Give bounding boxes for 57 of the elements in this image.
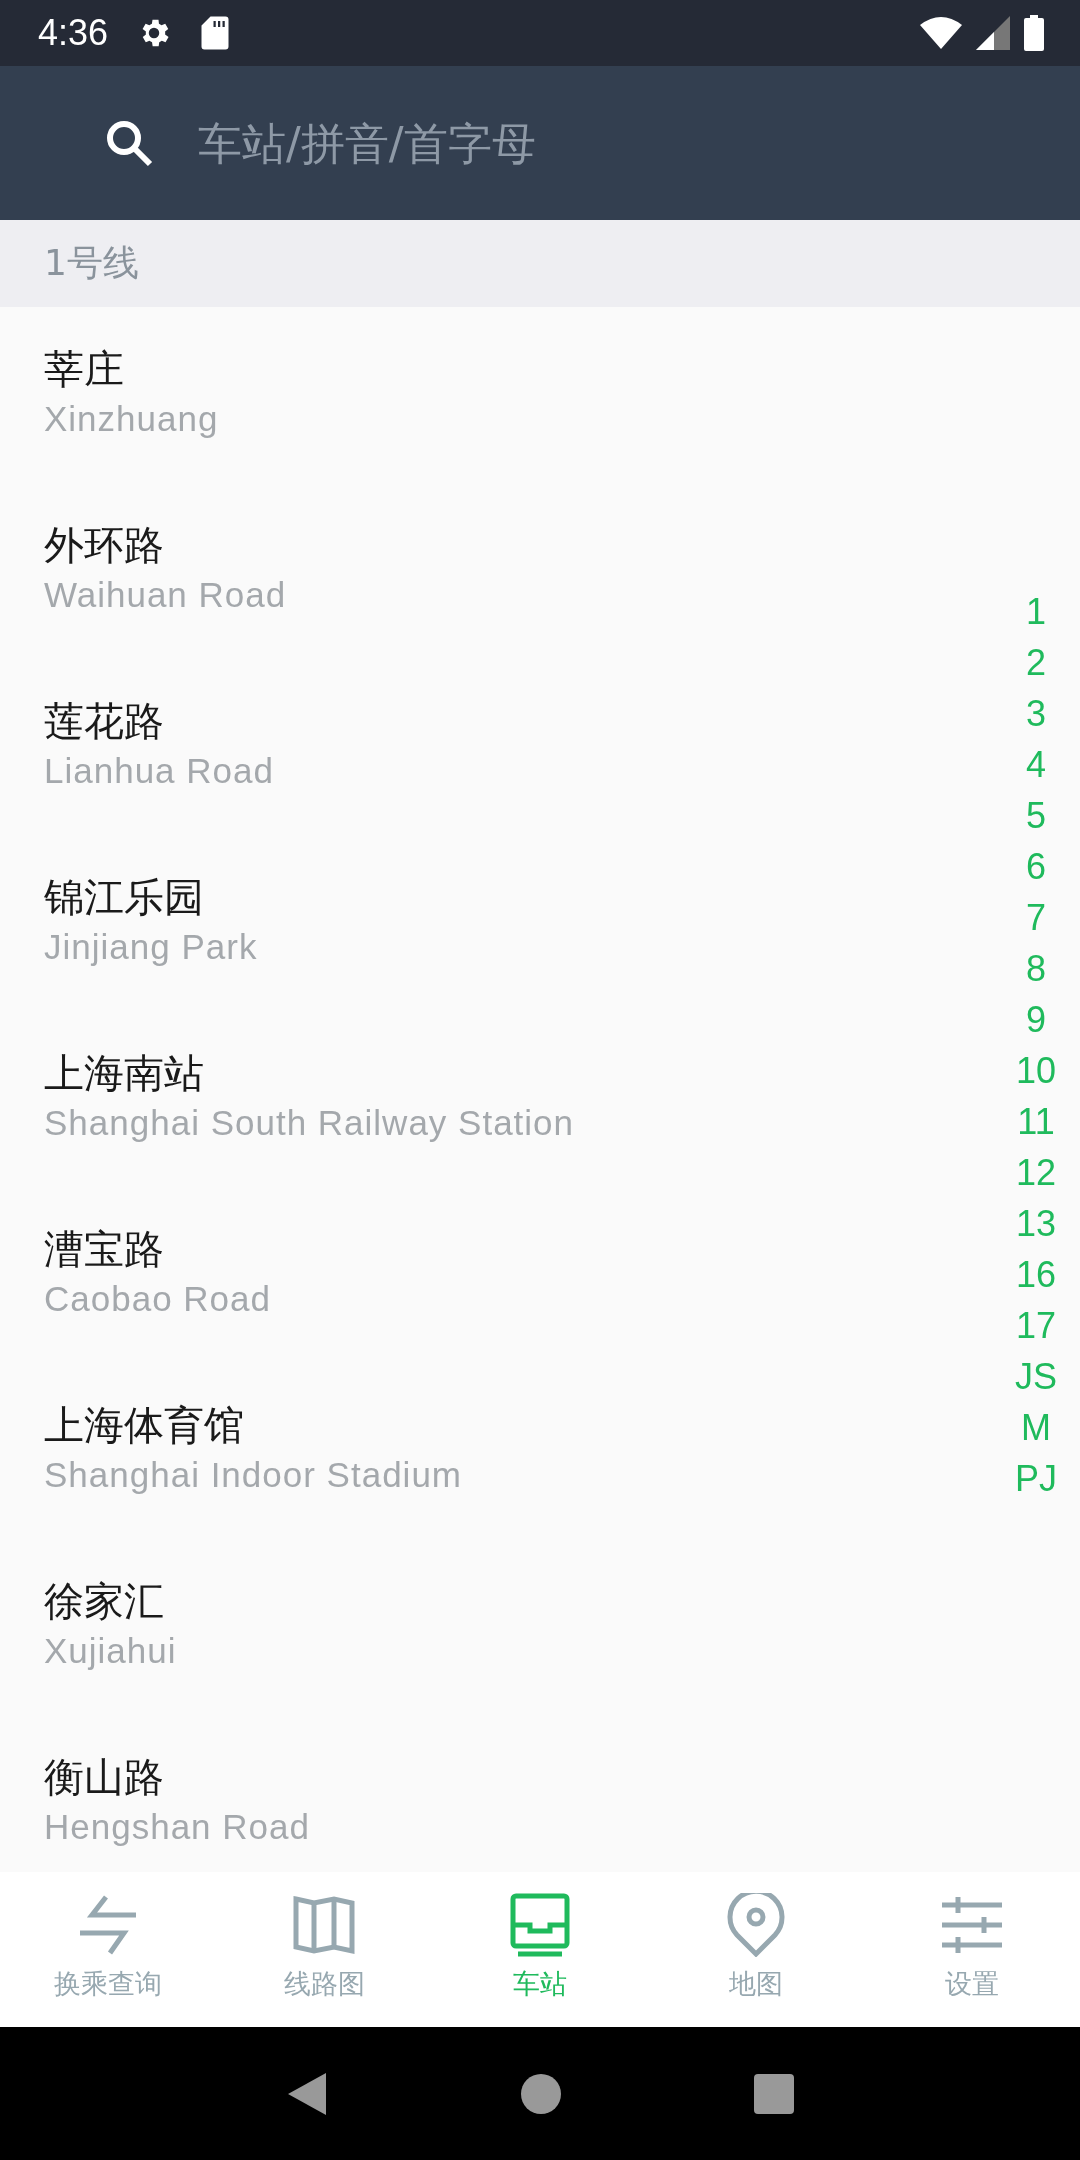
- line-index-item[interactable]: 11: [1017, 1096, 1055, 1147]
- nav-tab[interactable]: 地图: [648, 1872, 864, 2027]
- station-name[interactable]: 衡山路: [44, 1751, 164, 1803]
- line-index-item[interactable]: 7: [1026, 892, 1046, 943]
- battery-icon: [1024, 15, 1044, 51]
- nav-tab[interactable]: 线路图: [216, 1872, 432, 2027]
- station-name-english: Xujiahui: [44, 1630, 177, 1672]
- line-index-item[interactable]: 3: [1026, 688, 1046, 739]
- line-index-item[interactable]: 16: [1015, 1249, 1056, 1300]
- map-icon: [292, 1893, 356, 1957]
- line-index-item[interactable]: 1: [1026, 586, 1046, 637]
- nav-tab[interactable]: 车站: [432, 1872, 648, 2027]
- nav-tab[interactable]: 设置: [864, 1872, 1080, 2027]
- station-name[interactable]: 锦江乐园: [44, 871, 204, 923]
- station-icon: [510, 1893, 570, 1957]
- search-icon: [104, 118, 154, 168]
- status-time: 4:36: [38, 12, 109, 54]
- signal-icon: [976, 16, 1010, 50]
- station-name[interactable]: 莘庄: [44, 343, 124, 395]
- station-name-english: Waihuan Road: [44, 574, 287, 616]
- nav-tab[interactable]: 换乘查询: [0, 1872, 216, 2027]
- sd-card-icon: [200, 15, 231, 51]
- station-name[interactable]: 漕宝路: [44, 1223, 164, 1275]
- line-index-item[interactable]: 5: [1026, 790, 1046, 841]
- location-pin-icon: [727, 1893, 785, 1957]
- station-name-english: Shanghai South Railway Station: [44, 1102, 575, 1144]
- line-index-item[interactable]: JS: [1015, 1351, 1057, 1402]
- line-index-item[interactable]: 10: [1015, 1045, 1056, 1096]
- station-name-english: Xinzhuang: [44, 398, 219, 440]
- line-index-item[interactable]: 12: [1015, 1147, 1056, 1198]
- section-header: 1号线: [44, 241, 139, 285]
- home-icon[interactable]: [521, 2073, 561, 2114]
- station-name[interactable]: 上海南站: [44, 1047, 204, 1099]
- recents-icon[interactable]: [753, 2073, 794, 2114]
- sliders-icon: [942, 1895, 1002, 1955]
- station-name-english: Lianhua Road: [44, 750, 274, 792]
- line-index-item[interactable]: 17: [1015, 1300, 1056, 1351]
- line-index-item[interactable]: 4: [1026, 739, 1046, 790]
- station-name-english: Shanghai Indoor Stadium: [44, 1454, 462, 1496]
- back-icon[interactable]: [286, 2070, 329, 2117]
- search-bar[interactable]: 车站/拼音/首字母: [0, 66, 1080, 220]
- station-name[interactable]: 徐家汇: [44, 1575, 164, 1627]
- station-name[interactable]: 莲花路: [44, 695, 164, 747]
- line-index-item[interactable]: 6: [1026, 841, 1046, 892]
- line-index-item[interactable]: 8: [1026, 943, 1046, 994]
- station-name-english: Hengshan Road: [44, 1806, 310, 1848]
- wifi-icon: [920, 17, 962, 49]
- station-name-english: Caobao Road: [44, 1278, 271, 1320]
- line-index-item[interactable]: 9: [1026, 994, 1046, 1045]
- station-name[interactable]: 上海体育馆: [44, 1399, 244, 1451]
- station-name-english: Jinjiang Park: [44, 926, 258, 968]
- station-name[interactable]: 外环路: [44, 519, 164, 571]
- line-index-item[interactable]: 2: [1026, 637, 1046, 688]
- search-field[interactable]: 车站/拼音/首字母: [198, 113, 1040, 173]
- line-index-item[interactable]: 13: [1015, 1198, 1056, 1249]
- line-index-item[interactable]: M: [1021, 1402, 1051, 1453]
- line-index-item[interactable]: PJ: [1015, 1453, 1057, 1504]
